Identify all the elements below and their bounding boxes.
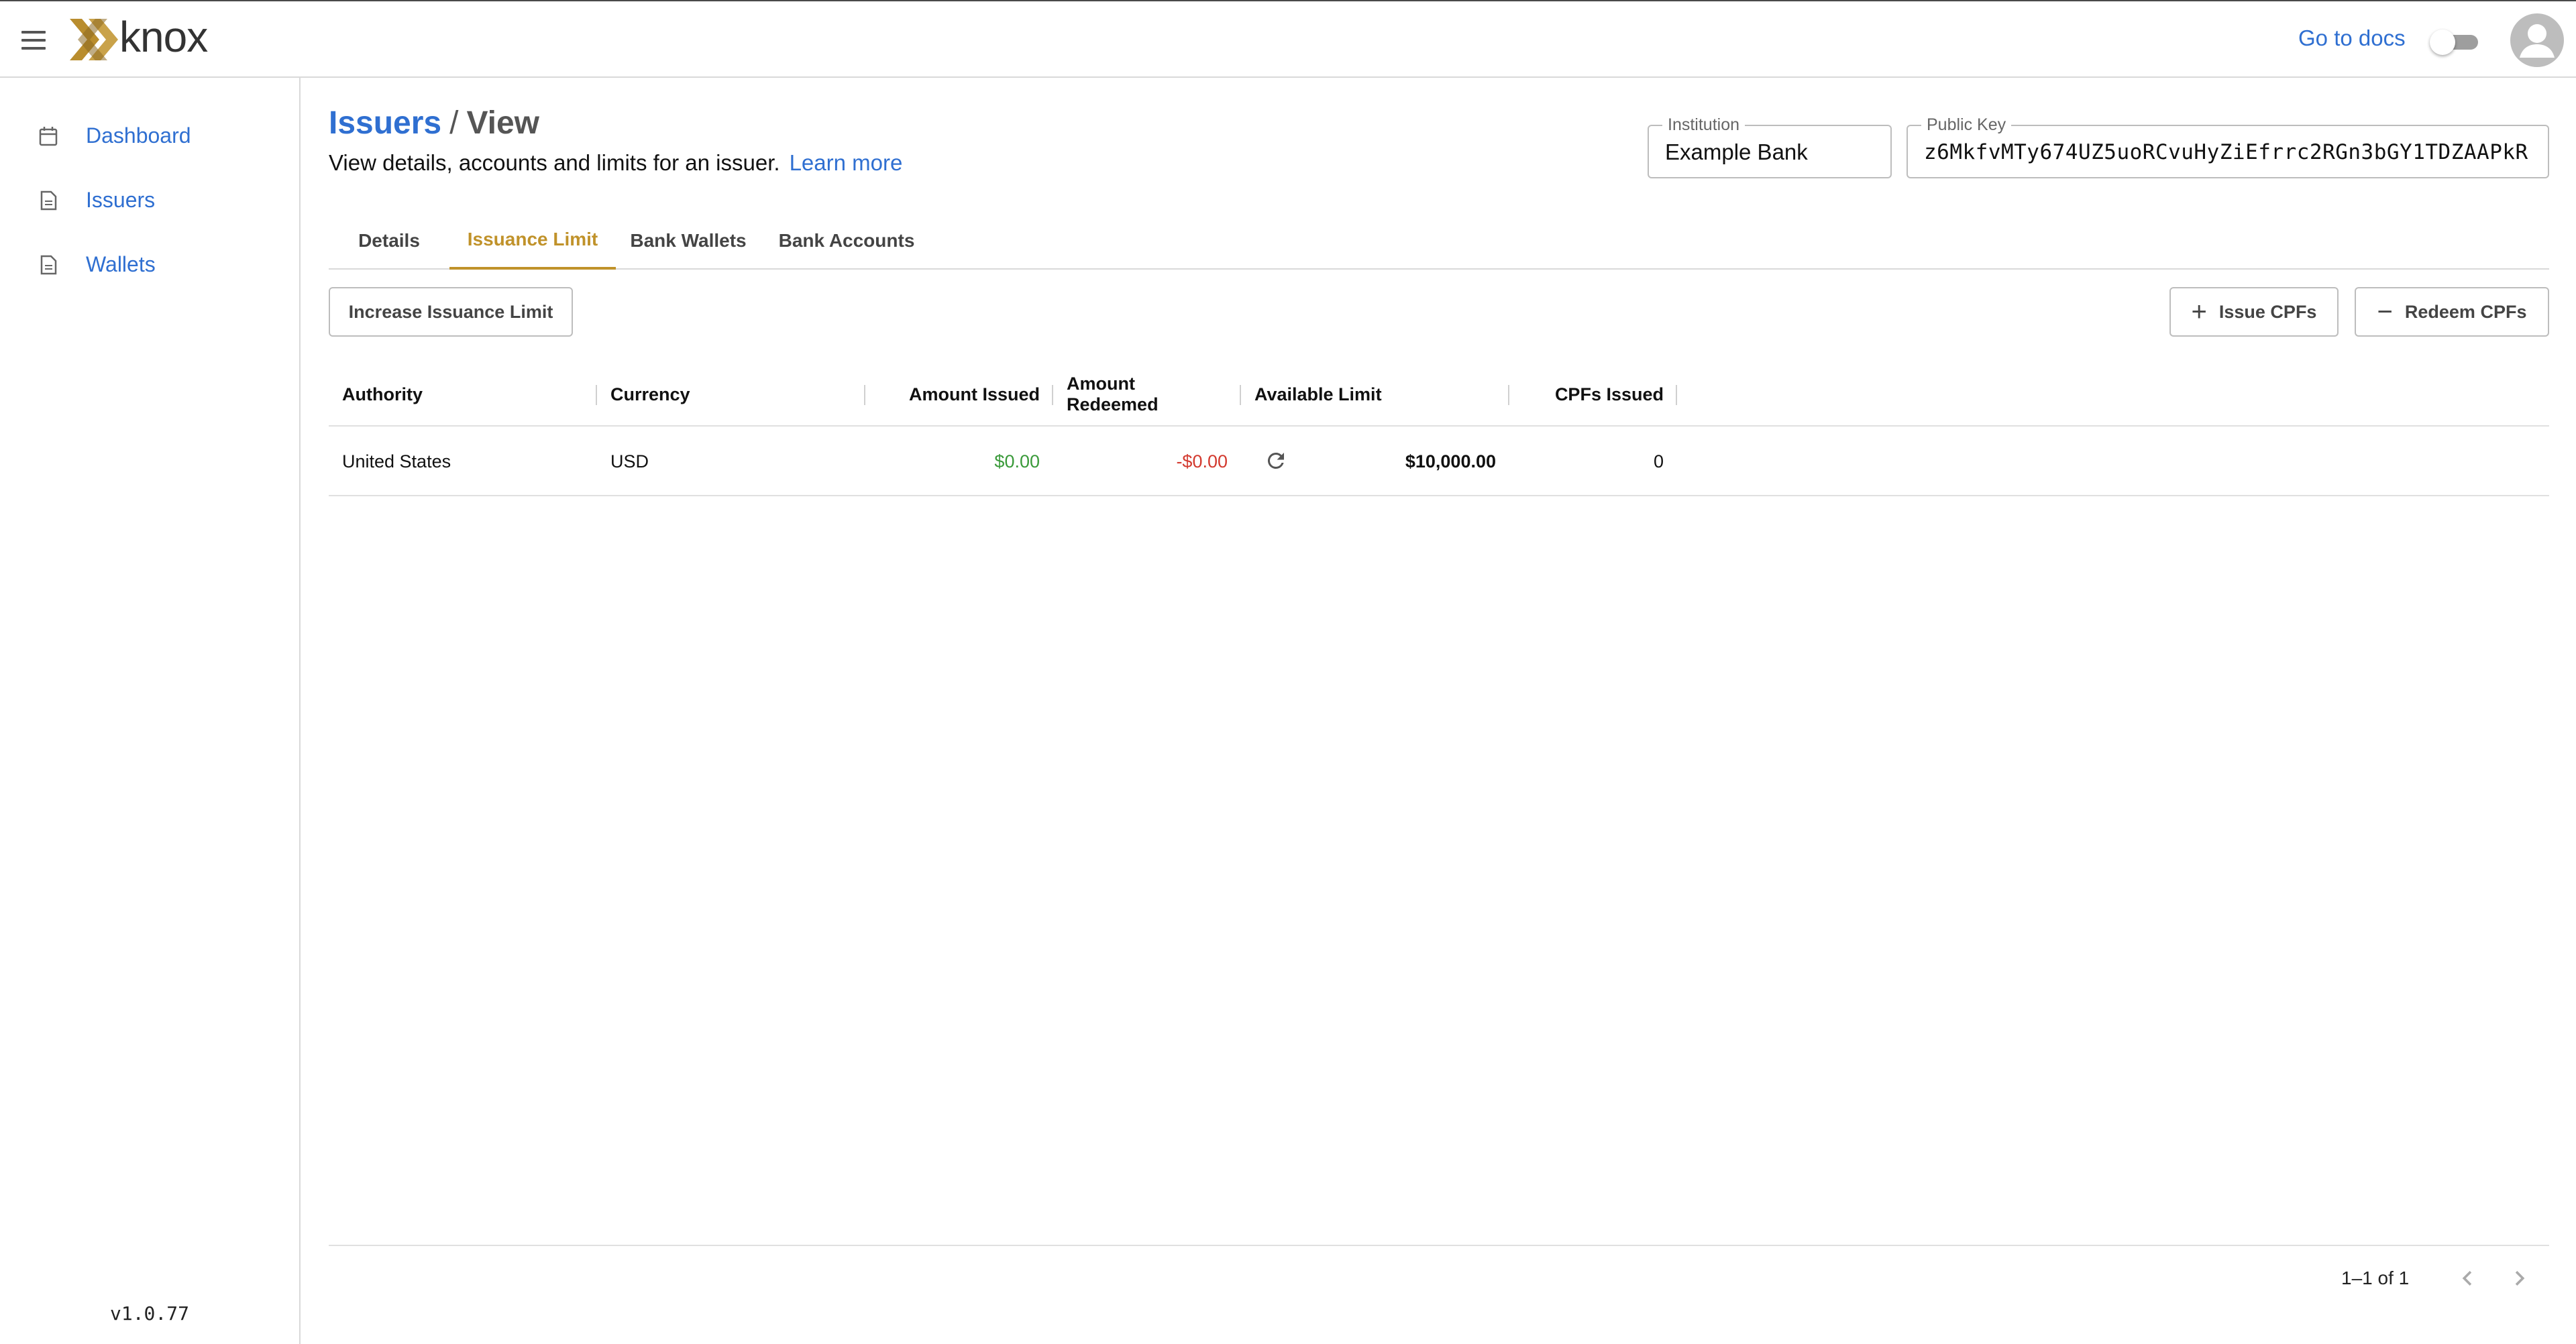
- chevron-right-icon[interactable]: [2505, 1264, 2534, 1293]
- sidebar-item-issuers[interactable]: Issuers: [0, 174, 299, 225]
- sidebar-item-label: Dashboard: [86, 123, 191, 148]
- breadcrumb-issuers-link[interactable]: Issuers: [329, 105, 441, 141]
- knox-logo-icon: [70, 19, 118, 60]
- issue-cpfs-label: Issue CPFs: [2218, 301, 2317, 322]
- table-row[interactable]: United States USD $0.00 -$0.00 $10,000.0…: [329, 427, 2549, 496]
- refresh-icon[interactable]: [1264, 449, 1288, 473]
- tab-bar: Details Issuance Limit Bank Wallets Bank…: [329, 212, 2549, 270]
- sidebar-item-wallets[interactable]: Wallets: [0, 239, 299, 290]
- public-key-field[interactable]: Public Key: [1907, 115, 2549, 178]
- calendar-icon: [39, 127, 58, 146]
- redeem-cpfs-button[interactable]: − Redeem CPFs: [2355, 287, 2549, 337]
- increase-limit-label: Increase Issuance Limit: [348, 301, 553, 322]
- institution-field[interactable]: Institution: [1648, 115, 1892, 178]
- sidebar: Dashboard Issuers Wallets v1.0.77: [0, 78, 301, 1344]
- go-to-docs-link[interactable]: Go to docs: [2298, 25, 2406, 51]
- public-key-label: Public Key: [1921, 115, 2012, 134]
- issue-cpfs-button[interactable]: + Issue CPFs: [2169, 287, 2339, 337]
- brand-name: knox: [119, 13, 208, 61]
- tab-bank-wallets[interactable]: Bank Wallets: [616, 212, 761, 270]
- cell-amount-issued: $0.00: [994, 451, 1040, 471]
- sidebar-item-dashboard[interactable]: Dashboard: [0, 110, 299, 161]
- column-header-currency[interactable]: Currency: [597, 362, 865, 427]
- redeem-cpfs-label: Redeem CPFs: [2404, 301, 2527, 322]
- subtitle-text: View details, accounts and limits for an…: [329, 150, 780, 175]
- chevron-left-icon[interactable]: [2453, 1264, 2482, 1293]
- page-title: View: [466, 105, 539, 141]
- column-header-authority[interactable]: Authority: [329, 362, 597, 427]
- column-separator[interactable]: [1676, 385, 1677, 405]
- column-header-amount-redeemed[interactable]: Amount Redeemed: [1053, 362, 1241, 427]
- learn-more-link[interactable]: Learn more: [790, 150, 903, 175]
- tab-bank-accounts[interactable]: Bank Accounts: [761, 212, 932, 270]
- page-subtitle: View details, accounts and limits for an…: [329, 150, 902, 176]
- breadcrumb-separator: /: [449, 105, 459, 141]
- document-icon: [40, 190, 57, 211]
- cell-authority: United States: [342, 451, 451, 471]
- app-bar: knox Go to docs: [0, 0, 2576, 78]
- app-version: v1.0.77: [109, 1302, 189, 1325]
- sidebar-item-label: Issuers: [86, 187, 156, 212]
- increase-issuance-limit-button[interactable]: Increase Issuance Limit: [329, 287, 573, 337]
- menu-icon[interactable]: [17, 27, 48, 54]
- tab-details[interactable]: Details: [329, 212, 449, 270]
- column-header-cpfs-issued[interactable]: CPFs Issued: [1509, 362, 1677, 427]
- cell-cpfs-issued: 0: [1653, 451, 1664, 471]
- tab-issuance-limit[interactable]: Issuance Limit: [449, 212, 616, 270]
- document-icon: [40, 255, 57, 275]
- plus-icon: +: [2191, 297, 2207, 327]
- sidebar-item-label: Wallets: [86, 251, 156, 276]
- table-header: Authority Currency Amount Issued Amount …: [329, 362, 2549, 427]
- pagination-info: 1–1 of 1: [2341, 1268, 2410, 1288]
- column-header-available-limit[interactable]: Available Limit: [1241, 362, 1509, 427]
- theme-toggle[interactable]: [2430, 30, 2481, 55]
- public-key-input[interactable]: [1924, 134, 2537, 170]
- institution-label: Institution: [1662, 115, 1746, 134]
- logo[interactable]: knox: [70, 13, 208, 63]
- cell-amount-redeemed: -$0.00: [1176, 451, 1228, 471]
- breadcrumb: Issuers / View: [329, 105, 539, 142]
- column-header-amount-issued[interactable]: Amount Issued: [865, 362, 1053, 427]
- institution-input[interactable]: [1665, 134, 1880, 170]
- minus-icon: −: [2377, 297, 2393, 327]
- avatar-icon[interactable]: [2510, 13, 2564, 67]
- table-footer-divider: [329, 1245, 2549, 1246]
- cell-currency: USD: [610, 451, 649, 471]
